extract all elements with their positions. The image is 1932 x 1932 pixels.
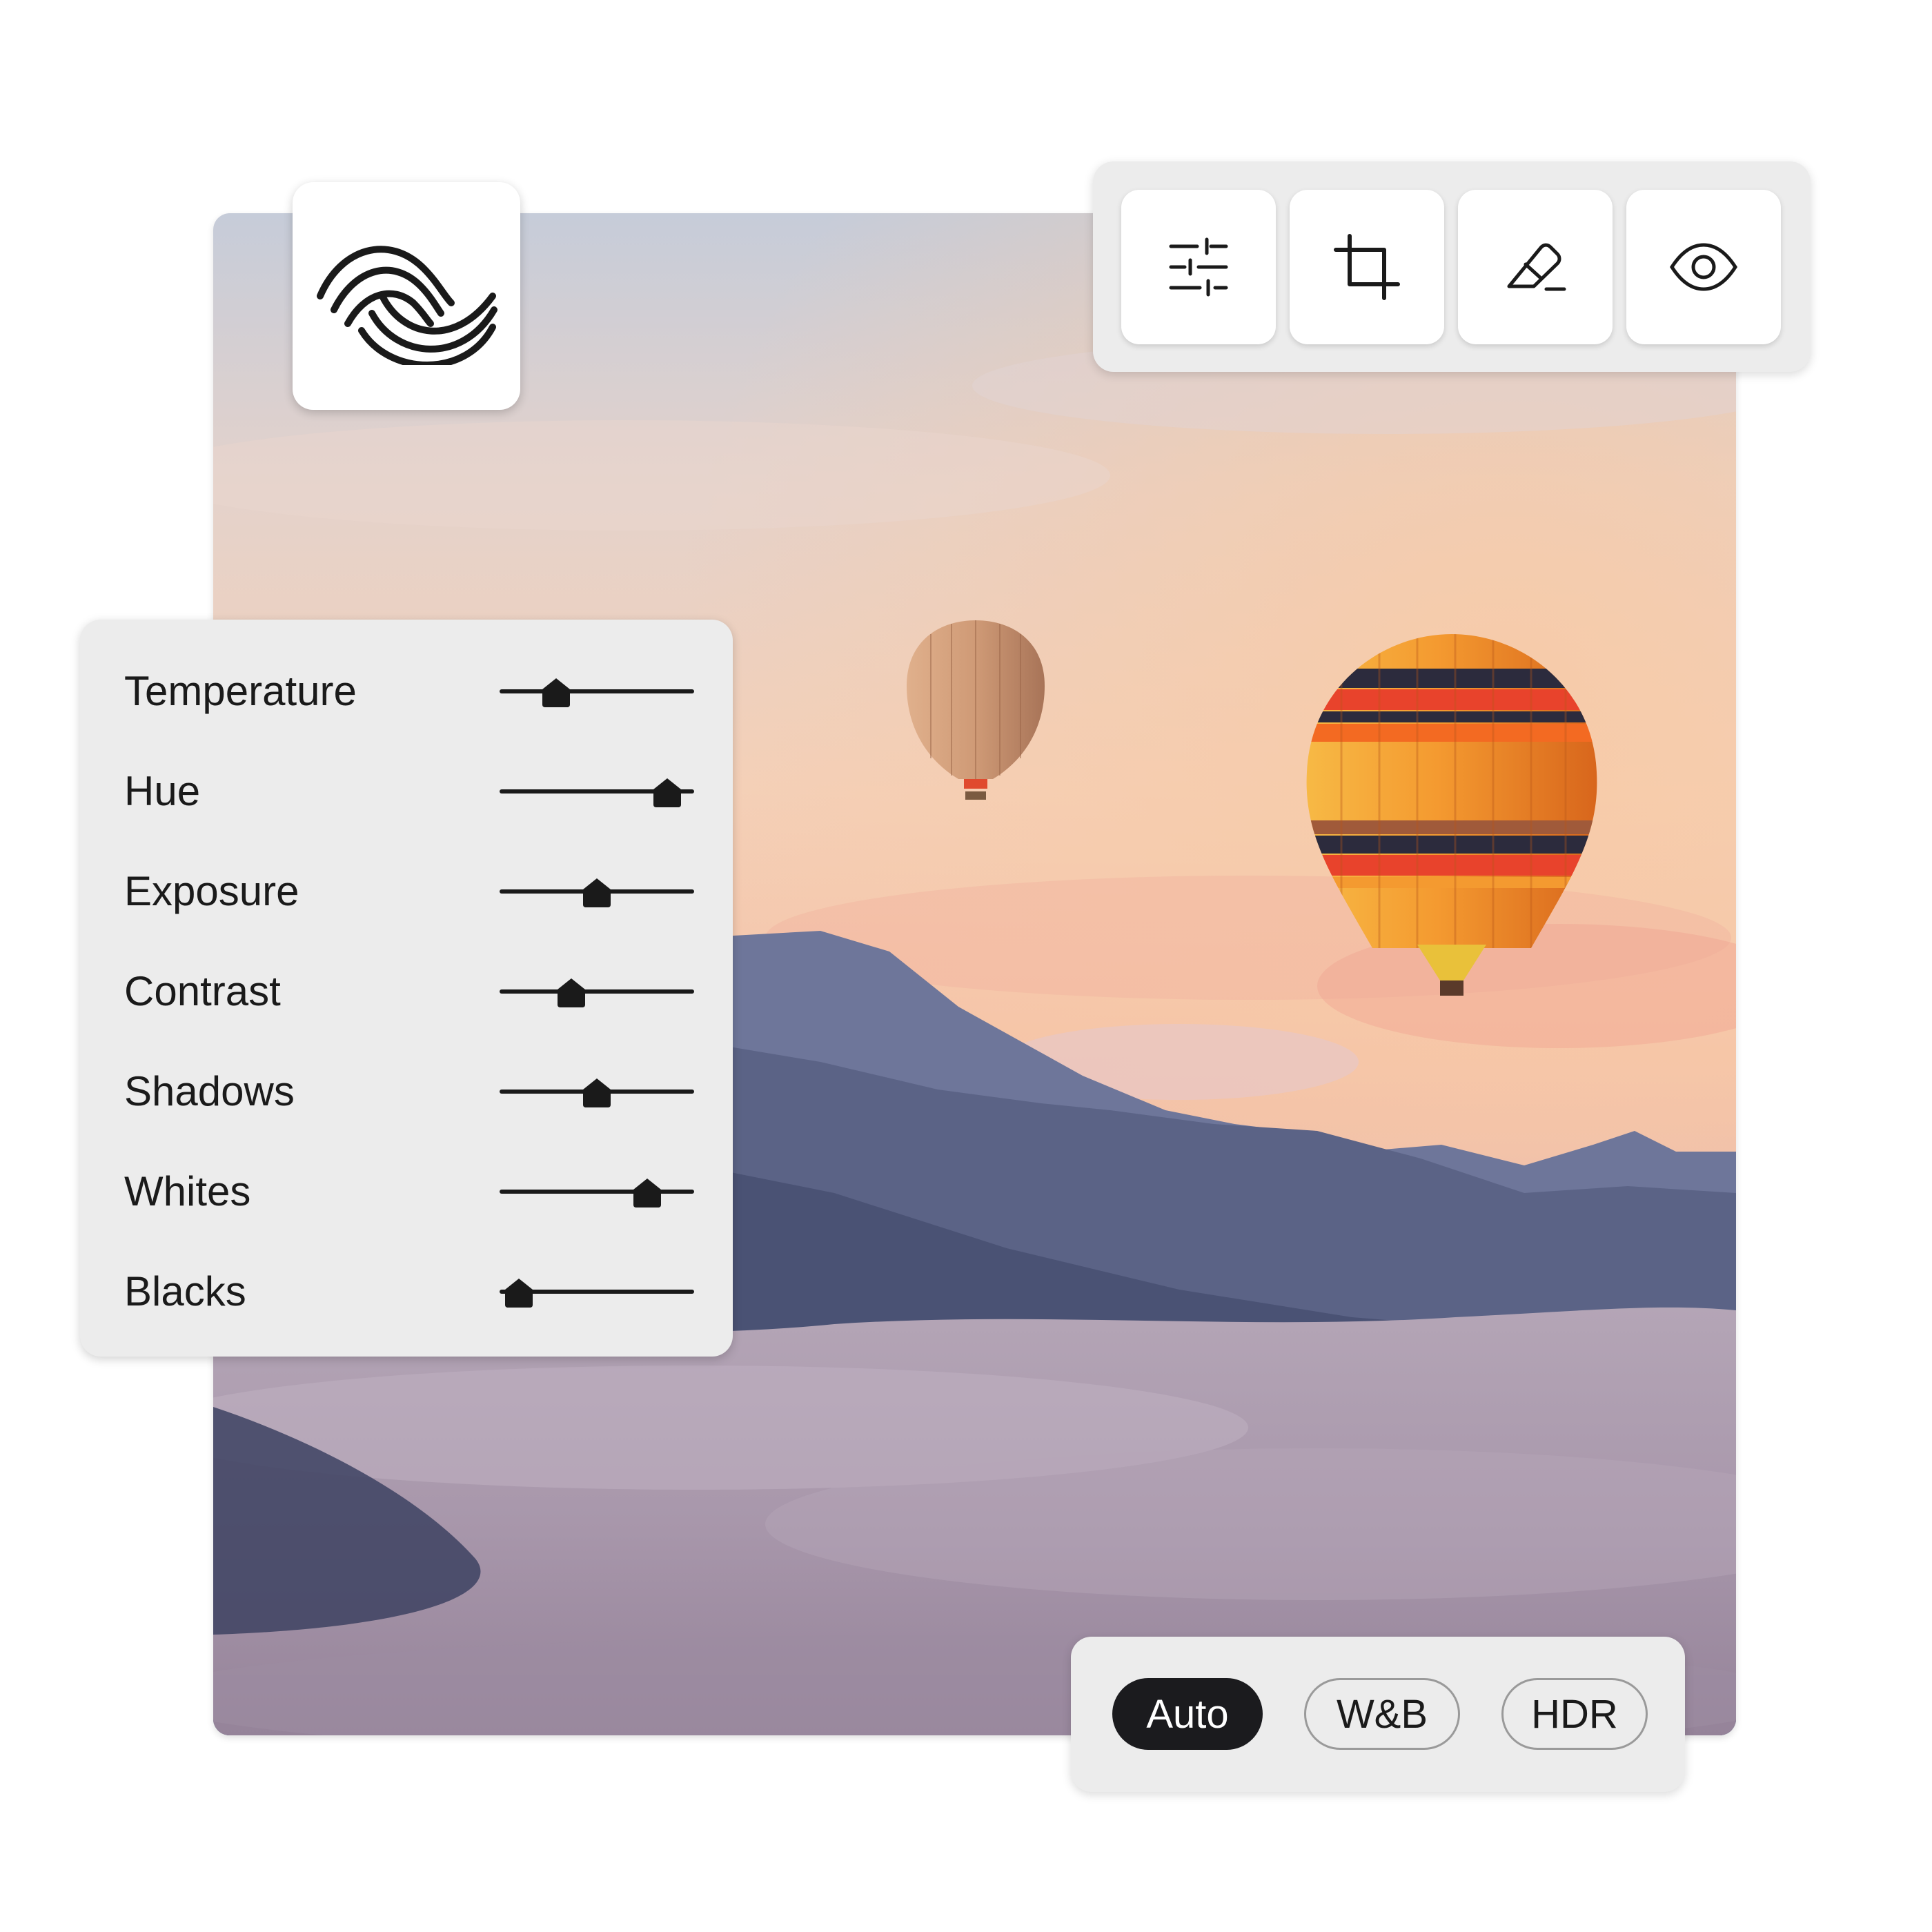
- slider-thumb[interactable]: [580, 1077, 613, 1109]
- adjustment-label: Temperature: [124, 668, 357, 714]
- slider-thumb[interactable]: [651, 777, 684, 809]
- adjustments-panel: Temperature Hue Exposure Contrast Shadow…: [80, 620, 733, 1357]
- adjustment-row-whites: Whites: [80, 1141, 733, 1241]
- adjustment-label: Contrast: [124, 968, 281, 1014]
- preset-auto-button[interactable]: Auto: [1112, 1678, 1263, 1750]
- preset-hdr-button[interactable]: HDR: [1501, 1678, 1648, 1750]
- shadows-slider[interactable]: [500, 1077, 694, 1107]
- adjustment-row-hue: Hue: [80, 741, 733, 841]
- slider-track: [500, 1190, 694, 1194]
- adjustment-label: Shadows: [124, 1068, 295, 1114]
- preset-wb-button[interactable]: W&B: [1304, 1678, 1460, 1750]
- adjustment-label: Whites: [124, 1168, 251, 1214]
- eye-icon: [1670, 243, 1737, 291]
- eraser-icon: [1507, 243, 1566, 291]
- preview-button[interactable]: [1626, 190, 1781, 344]
- erase-button[interactable]: [1458, 190, 1613, 344]
- adjustment-label: Exposure: [124, 868, 299, 914]
- slider-thumb[interactable]: [555, 977, 588, 1009]
- adjustment-row-exposure: Exposure: [80, 841, 733, 941]
- blacks-slider[interactable]: [500, 1277, 694, 1308]
- slider-thumb[interactable]: [540, 677, 573, 709]
- preset-bar: Auto W&B HDR: [1071, 1637, 1685, 1792]
- slider-track: [500, 689, 694, 693]
- adjustment-row-blacks: Blacks: [80, 1241, 733, 1341]
- adjustment-row-temperature: Temperature: [80, 641, 733, 741]
- app-logo-card: [293, 182, 520, 410]
- sliders-icon: [1169, 237, 1228, 297]
- slider-thumb[interactable]: [502, 1277, 535, 1309]
- adjustment-row-shadows: Shadows: [80, 1041, 733, 1141]
- exposure-slider[interactable]: [500, 877, 694, 907]
- adjustment-label: Hue: [124, 768, 201, 814]
- hue-slider[interactable]: [500, 777, 694, 807]
- adjustment-row-contrast: Contrast: [80, 941, 733, 1041]
- slider-track: [500, 989, 694, 994]
- wave-lines-logo-icon: [317, 246, 497, 365]
- adjustment-label: Blacks: [124, 1268, 246, 1314]
- whites-slider[interactable]: [500, 1177, 694, 1208]
- slider-thumb[interactable]: [580, 877, 613, 909]
- contrast-slider[interactable]: [500, 977, 694, 1007]
- adjust-button[interactable]: [1121, 190, 1276, 344]
- slider-thumb[interactable]: [631, 1177, 664, 1209]
- crop-button[interactable]: [1290, 190, 1444, 344]
- temperature-slider[interactable]: [500, 677, 694, 707]
- tool-toolbar: [1093, 161, 1811, 372]
- crop-icon: [1334, 234, 1400, 300]
